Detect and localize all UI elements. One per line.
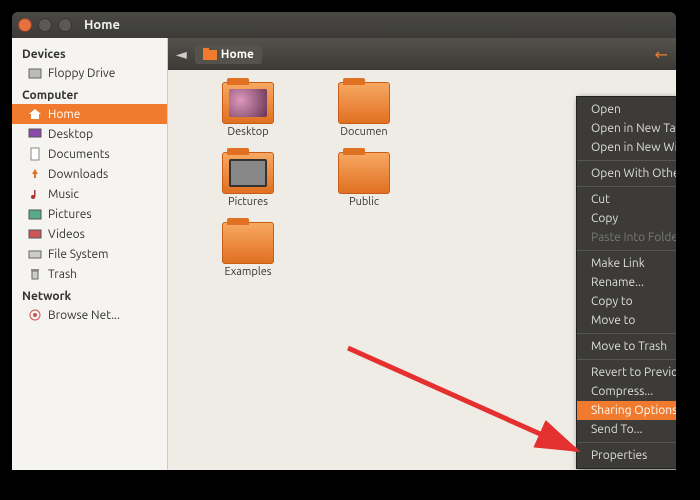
folder-label: Documen [340, 126, 387, 138]
sidebar-item-label: Desktop [48, 128, 93, 141]
sidebar-item-label: Videos [48, 228, 85, 241]
sidebar-item-label: Floppy Drive [48, 67, 115, 80]
desktop-icon [28, 127, 42, 141]
videos-icon [28, 227, 42, 241]
breadcrumb-label: Home [221, 48, 254, 61]
sidebar-item-floppy[interactable]: Floppy Drive [12, 63, 167, 83]
sidebar-item-trash[interactable]: Trash [12, 264, 167, 284]
folder-desktop[interactable]: Desktop [208, 82, 288, 138]
sidebar-item-browse-network[interactable]: Browse Net... [12, 305, 167, 325]
trash-icon [28, 267, 42, 281]
annotation-arrow [338, 338, 598, 470]
menu-open-new-window[interactable]: Open in New Window [577, 138, 676, 157]
folder-label: Pictures [228, 196, 268, 208]
sidebar-item-label: Documents [48, 148, 110, 161]
folder-label: Examples [224, 266, 271, 278]
client-area: Devices Floppy Drive Computer Home Deskt… [12, 38, 676, 470]
sidebar-item-pictures[interactable]: Pictures [12, 204, 167, 224]
menu-copy-to[interactable]: Copy to▶ [577, 292, 676, 311]
menu-move-to-trash[interactable]: Move to Trash [577, 337, 676, 356]
sidebar-item-label: Downloads [48, 168, 108, 181]
sidebar: Devices Floppy Drive Computer Home Deskt… [12, 38, 168, 470]
menu-open-new-tab[interactable]: Open in New Tab [577, 119, 676, 138]
folder-public[interactable]: Public [324, 152, 404, 208]
sidebar-item-videos[interactable]: Videos [12, 224, 167, 244]
sidebar-item-documents[interactable]: Documents [12, 144, 167, 164]
menu-open[interactable]: Open [577, 100, 676, 119]
sidebar-item-label: Home [48, 108, 80, 121]
menu-move-to[interactable]: Move to▶ [577, 311, 676, 330]
back-icon[interactable]: ◄ [176, 46, 187, 63]
menu-make-link[interactable]: Make Link [577, 254, 676, 273]
file-manager-window: Home Devices Floppy Drive Computer Home … [12, 12, 676, 470]
menu-properties[interactable]: Properties [577, 446, 676, 465]
folder-pictures[interactable]: Pictures [208, 152, 288, 208]
sidebar-item-filesystem[interactable]: File System [12, 244, 167, 264]
network-icon [28, 308, 42, 322]
folder-examples[interactable]: Examples [208, 222, 288, 278]
menu-rename[interactable]: Rename... [577, 273, 676, 292]
close-icon[interactable] [18, 18, 32, 32]
sidebar-item-label: Music [48, 188, 79, 201]
menu-separator [577, 160, 676, 161]
menu-separator [577, 333, 676, 334]
sidebar-item-label: Browse Net... [48, 309, 120, 322]
folder-documents[interactable]: Documen [324, 82, 404, 138]
menu-separator [577, 250, 676, 251]
main-pane: ◄ Home ← Desktop Documen [168, 38, 676, 470]
menu-paste-into: Paste Into Folder [577, 228, 676, 247]
menu-compress[interactable]: Compress... [577, 382, 676, 401]
titlebar[interactable]: Home [12, 12, 676, 38]
music-icon [28, 187, 42, 201]
filesystem-icon [28, 247, 42, 261]
folder-label: Public [349, 196, 379, 208]
menu-separator [577, 359, 676, 360]
menu-sharing-options[interactable]: Sharing Options [577, 401, 676, 420]
menu-copy[interactable]: Copy [577, 209, 676, 228]
sidebar-item-label: Trash [48, 268, 77, 281]
downloads-icon [28, 167, 42, 181]
sidebar-item-downloads[interactable]: Downloads [12, 164, 167, 184]
forward-icon[interactable]: ← [655, 45, 668, 64]
pictures-icon [28, 207, 42, 221]
sidebar-heading-devices: Devices [12, 42, 167, 63]
sidebar-item-label: File System [48, 248, 109, 261]
sidebar-item-home[interactable]: Home [12, 104, 167, 124]
menu-cut[interactable]: Cut [577, 190, 676, 209]
sidebar-heading-network: Network [12, 284, 167, 305]
menu-send-to[interactable]: Send To... [577, 420, 676, 439]
breadcrumb[interactable]: Home [195, 45, 262, 64]
home-icon [28, 107, 42, 121]
minimize-icon[interactable] [38, 18, 52, 32]
menu-separator [577, 186, 676, 187]
context-menu: Open Open in New Tab Open in New Window … [576, 96, 676, 469]
sidebar-heading-computer: Computer [12, 83, 167, 104]
sidebar-item-desktop[interactable]: Desktop [12, 124, 167, 144]
folder-label: Desktop [227, 126, 268, 138]
menu-open-with[interactable]: Open With Other Application... [577, 164, 676, 183]
documents-icon [28, 147, 42, 161]
pathbar: ◄ Home ← [168, 38, 676, 70]
drive-icon [28, 66, 42, 80]
sidebar-item-music[interactable]: Music [12, 184, 167, 204]
window-title: Home [84, 18, 120, 32]
menu-revert[interactable]: Revert to Previous Version... [577, 363, 676, 382]
sidebar-item-label: Pictures [48, 208, 92, 221]
menu-separator [577, 442, 676, 443]
folder-icon [203, 48, 217, 60]
maximize-icon[interactable] [58, 18, 72, 32]
